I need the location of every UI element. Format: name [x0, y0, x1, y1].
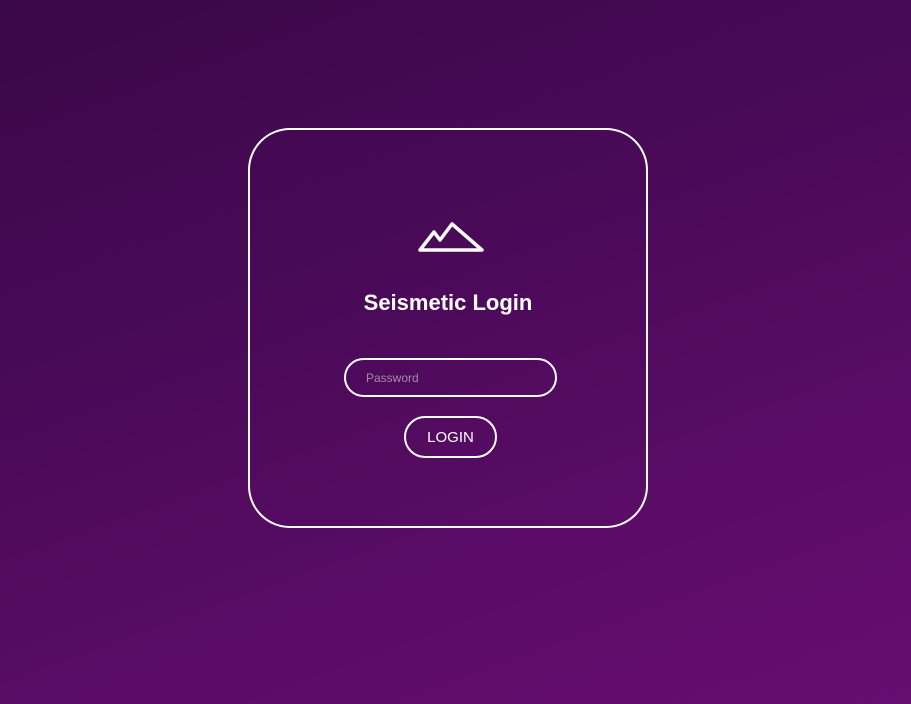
- login-button[interactable]: LOGIN: [404, 416, 497, 458]
- mountain-icon: [418, 214, 484, 254]
- login-card: Seismetic Login LOGIN: [248, 128, 648, 528]
- page-title: Seismetic Login: [363, 290, 533, 315]
- password-field[interactable]: [344, 358, 557, 397]
